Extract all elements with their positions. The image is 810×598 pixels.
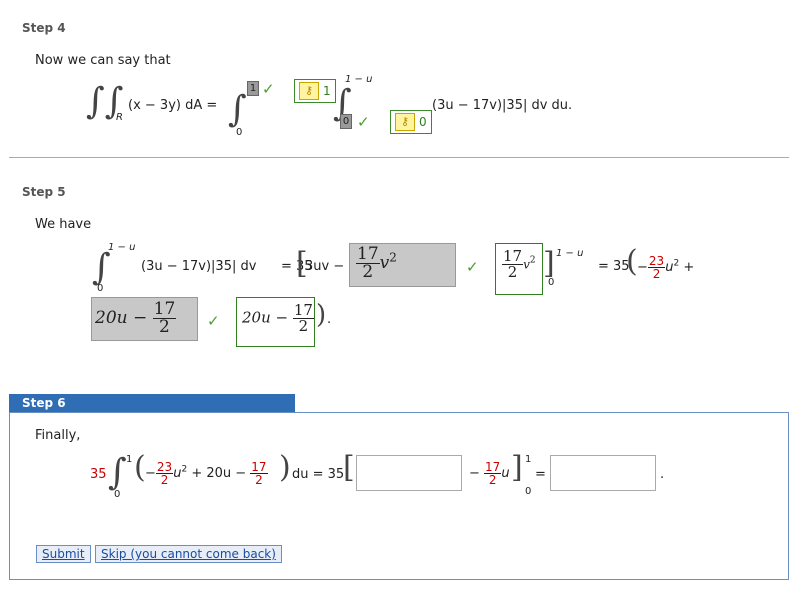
upper-limit: 1 − u [108, 242, 136, 253]
submitted-answer: 20u − 17 2 [91, 297, 198, 341]
upper-limit: 1 [126, 454, 133, 465]
answer-input-2[interactable] [550, 455, 656, 491]
inner-upper-limit: 1 − u [345, 74, 373, 85]
step4-header: Step 4 [22, 21, 66, 35]
inner-lower-limit: 0 [340, 113, 352, 129]
outer-integral-sign: ∫ [228, 89, 247, 130]
fraction: 17 2 [356, 244, 380, 282]
answer-key-outer: ⚷ 1 [294, 79, 336, 103]
eval-lower: 0 [525, 486, 532, 497]
region-label: R [116, 112, 123, 123]
left-bracket: [ [343, 450, 355, 485]
eval-lower: 0 [548, 277, 555, 288]
fraction: 17 2 [250, 460, 268, 487]
period: . [660, 467, 665, 482]
fraction: 17 2 [292, 301, 314, 335]
submit-button[interactable]: Submit [36, 545, 91, 563]
step6-header-bar: Step 6 [9, 394, 295, 413]
term-3uv: 3uv − [305, 259, 345, 274]
period: . [327, 312, 332, 327]
key-icon: ⚷ [299, 82, 319, 100]
skip-button[interactable]: Skip (you cannot come back) [95, 545, 282, 563]
answer-key-value: 1 [323, 84, 331, 98]
left-paren: ( [626, 244, 638, 279]
lower-limit: 0 [114, 489, 121, 500]
left-paren: ( [134, 450, 146, 485]
eval-upper: 1 [525, 454, 532, 465]
coef-35: 35 [90, 467, 107, 482]
step4-integrand: (3u − 17v)|35| dv du. [432, 98, 573, 113]
integrand-expr: −23 2 u2 + 20u − 17 2 [145, 460, 268, 487]
step5-integrand: (3u − 17v)|35| dv [141, 259, 257, 274]
minus-term: − 17 2 u [469, 460, 510, 487]
step5-intro: We have [35, 217, 92, 232]
key-icon: ⚷ [395, 113, 415, 131]
check-icon: ✓ [262, 80, 275, 98]
outer-lower-limit: 0 [236, 127, 243, 138]
equals-35: = 35 [598, 259, 630, 274]
integral-sign: ∫ [92, 247, 111, 288]
step6-intro: Finally, [35, 428, 81, 443]
fraction: 23 2 [155, 460, 174, 487]
eval-upper: 1 − u [556, 248, 584, 259]
right-paren: ) [279, 450, 291, 485]
right-bracket: ] [543, 246, 555, 281]
submitted-answer: 17 2 v2 [349, 243, 456, 287]
integral-sign: ∫ [108, 452, 127, 493]
fraction: 17 2 [484, 460, 502, 487]
step5-header: Step 5 [22, 185, 66, 199]
answer-key: 20u − 17 2 [236, 297, 315, 347]
du-equals-35: du = 35 [292, 467, 345, 482]
fraction: 17 2 [502, 247, 524, 281]
right-bracket: ] [511, 450, 523, 485]
outer-upper-limit: 1 [247, 80, 259, 96]
step6-header: Step 6 [22, 396, 66, 410]
fraction: 17 2 [152, 299, 177, 337]
right-paren: ) [316, 300, 327, 330]
step4-intro: Now we can say that [35, 53, 171, 68]
check-icon: ✓ [207, 312, 220, 330]
coef-expr: −23 2 u2 + [637, 254, 695, 281]
answer-key: 17 2 v2 [495, 243, 543, 295]
answer-key-inner: ⚷ 0 [390, 110, 432, 134]
answer-input-1[interactable] [356, 455, 462, 491]
answer-key-value: 0 [419, 115, 427, 129]
step4-lhs: (x − 3y) dA = [128, 98, 218, 113]
divider [9, 157, 789, 158]
check-icon: ✓ [357, 113, 370, 131]
equals: = [535, 467, 546, 482]
fraction: 23 2 [647, 254, 666, 281]
check-icon: ✓ [466, 258, 479, 276]
lower-limit: 0 [97, 283, 104, 294]
